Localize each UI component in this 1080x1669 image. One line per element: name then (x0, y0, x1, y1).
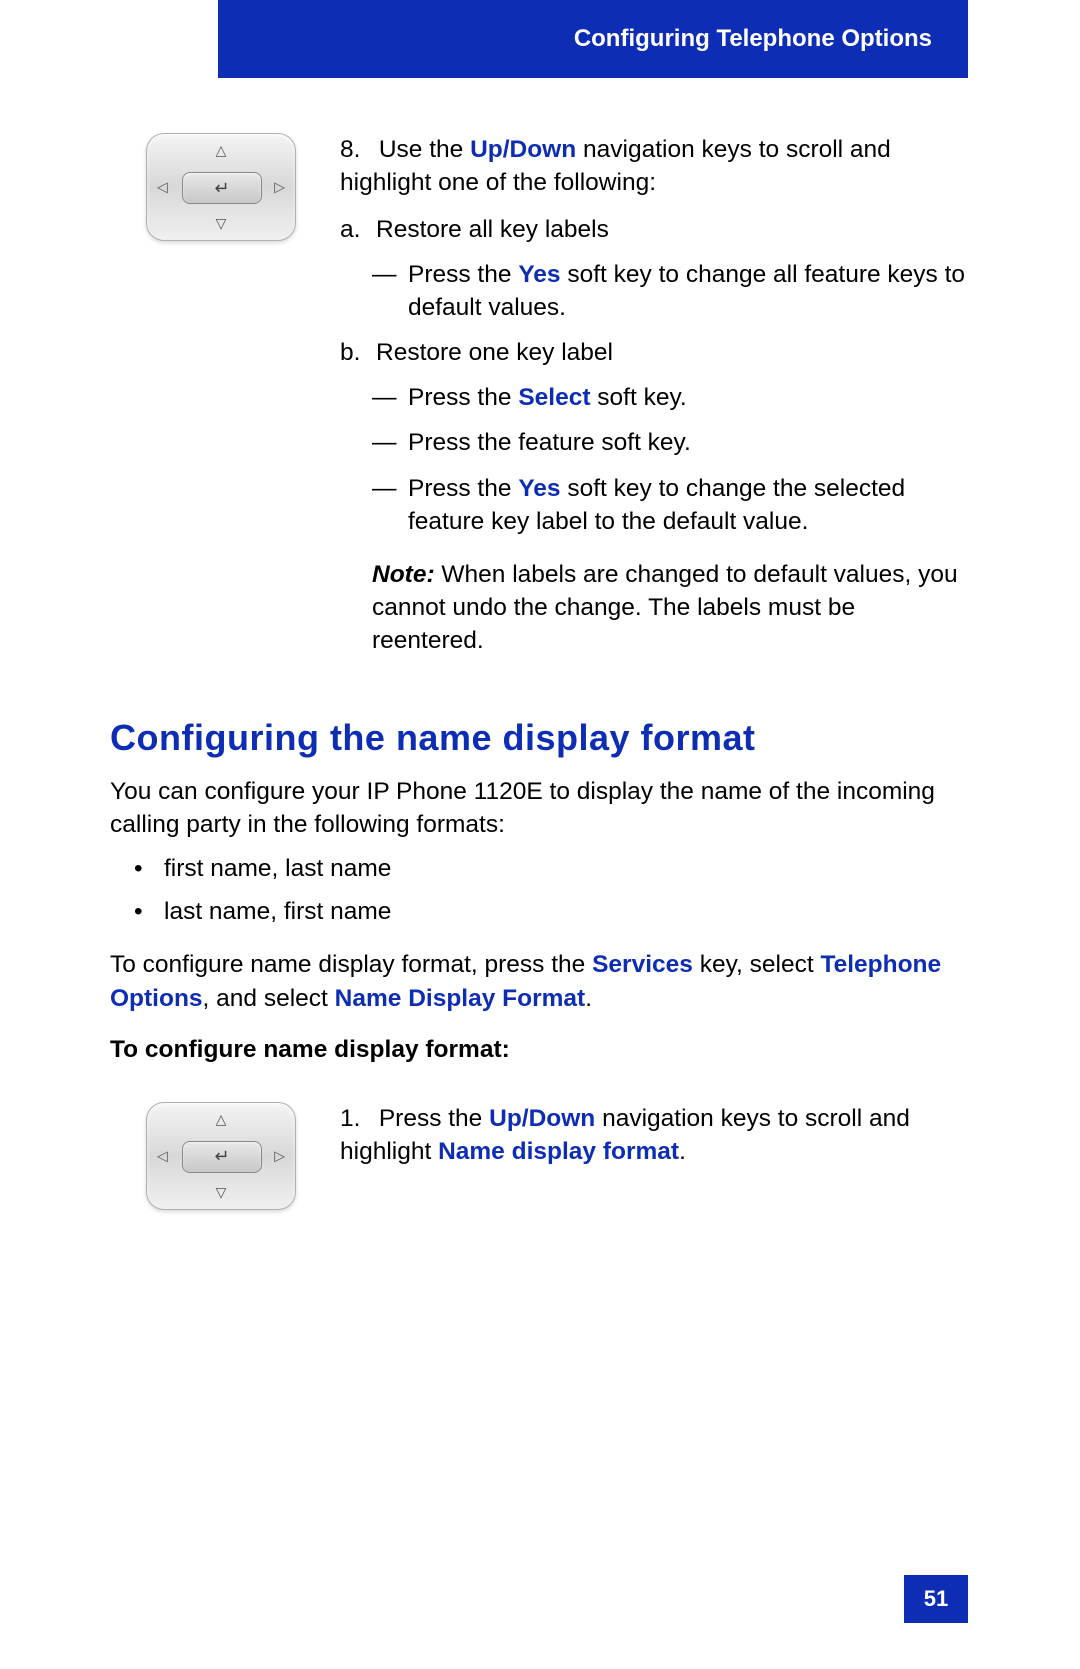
updown-link: Up/Down (470, 136, 576, 163)
nav-icon-wrapper: △ ▽ ◁ ▷ ↵ (110, 133, 310, 657)
dash-text: Press the Yes soft key to change the sel… (408, 472, 970, 538)
note-block: Note: When labels are changed to default… (340, 558, 970, 657)
step8-number: 8. (340, 133, 372, 166)
services-link: Services (592, 951, 693, 978)
arrow-down-icon: ▽ (216, 215, 227, 232)
step8-b-label: b. (340, 336, 376, 369)
step1-number: 1. (340, 1102, 372, 1135)
yes-link: Yes (518, 475, 560, 502)
dash-text: Press the Yes soft key to change all fea… (408, 258, 970, 324)
step8-b-dash1: — Press the Select soft key. (340, 381, 970, 414)
enter-button-icon: ↵ (182, 1141, 262, 1173)
step8-b-dash2: — Press the feature soft key. (340, 426, 970, 459)
arrow-left-icon: ◁ (157, 1147, 168, 1164)
step8-a-dash1: — Press the Yes soft key to change all f… (340, 258, 970, 324)
nav-icon-wrapper: △ ▽ ◁ ▷ ↵ (110, 1102, 310, 1210)
step1-row: △ ▽ ◁ ▷ ↵ 1. Press the Up/Down navigatio… (110, 1102, 970, 1210)
section-intro: You can configure your IP Phone 1120E to… (110, 775, 970, 841)
step1-text: 1. Press the Up/Down navigation keys to … (340, 1102, 970, 1210)
page-number: 51 (904, 1575, 968, 1623)
bullet-list: first name, last name last name, first n… (110, 851, 970, 931)
enter-button-icon: ↵ (182, 172, 262, 204)
dash-icon: — (372, 472, 408, 538)
dash-text: Press the Select soft key. (408, 381, 687, 414)
header-title: Configuring Telephone Options (574, 25, 932, 53)
step8-a: a. Restore all key labels (340, 213, 970, 246)
page-number-text: 51 (924, 1586, 948, 1612)
step8-b-text: Restore one key label (376, 336, 613, 369)
step8-a-text: Restore all key labels (376, 213, 609, 246)
arrow-right-icon: ▷ (274, 1147, 285, 1164)
note-label: Note: (372, 561, 435, 588)
arrow-down-icon: ▽ (216, 1184, 227, 1201)
config-instruction: To configure name display format, press … (110, 948, 970, 1014)
name-display-format-link: Name display format (438, 1138, 679, 1165)
yes-link: Yes (518, 261, 560, 288)
section-heading: Configuring the name display format (110, 717, 970, 759)
dash-text: Press the feature soft key. (408, 426, 691, 459)
arrow-up-icon: △ (216, 142, 227, 159)
select-link: Select (518, 384, 590, 411)
note-text: When labels are changed to default value… (372, 561, 958, 654)
step8-a-label: a. (340, 213, 376, 246)
page-content: △ ▽ ◁ ▷ ↵ 8. Use the Up/Down navigation … (110, 133, 970, 1210)
dash-icon: — (372, 258, 408, 324)
name-display-format-link: Name Display Format (335, 985, 586, 1012)
list-item: last name, first name (134, 894, 970, 931)
step8-b: b. Restore one key label (340, 336, 970, 369)
dash-icon: — (372, 381, 408, 414)
header-bar: Configuring Telephone Options (218, 0, 968, 78)
dash-icon: — (372, 426, 408, 459)
updown-link: Up/Down (489, 1105, 595, 1132)
step8-text: 8. Use the Up/Down navigation keys to sc… (340, 133, 970, 657)
subhead: To configure name display format: (110, 1033, 970, 1066)
arrow-left-icon: ◁ (157, 179, 168, 196)
arrow-right-icon: ▷ (274, 179, 285, 196)
step8-row: △ ▽ ◁ ▷ ↵ 8. Use the Up/Down navigation … (110, 133, 970, 657)
step8-b-dash3: — Press the Yes soft key to change the s… (340, 472, 970, 538)
arrow-up-icon: △ (216, 1111, 227, 1128)
list-item: first name, last name (134, 851, 970, 888)
step8-intro: 8. Use the Up/Down navigation keys to sc… (340, 133, 970, 199)
step8-intro-pre: Use the (379, 136, 470, 163)
enter-symbol-icon: ↵ (214, 178, 229, 199)
navigation-pad-icon: △ ▽ ◁ ▷ ↵ (146, 1102, 296, 1210)
navigation-pad-icon: △ ▽ ◁ ▷ ↵ (146, 133, 296, 241)
enter-symbol-icon: ↵ (214, 1146, 229, 1167)
